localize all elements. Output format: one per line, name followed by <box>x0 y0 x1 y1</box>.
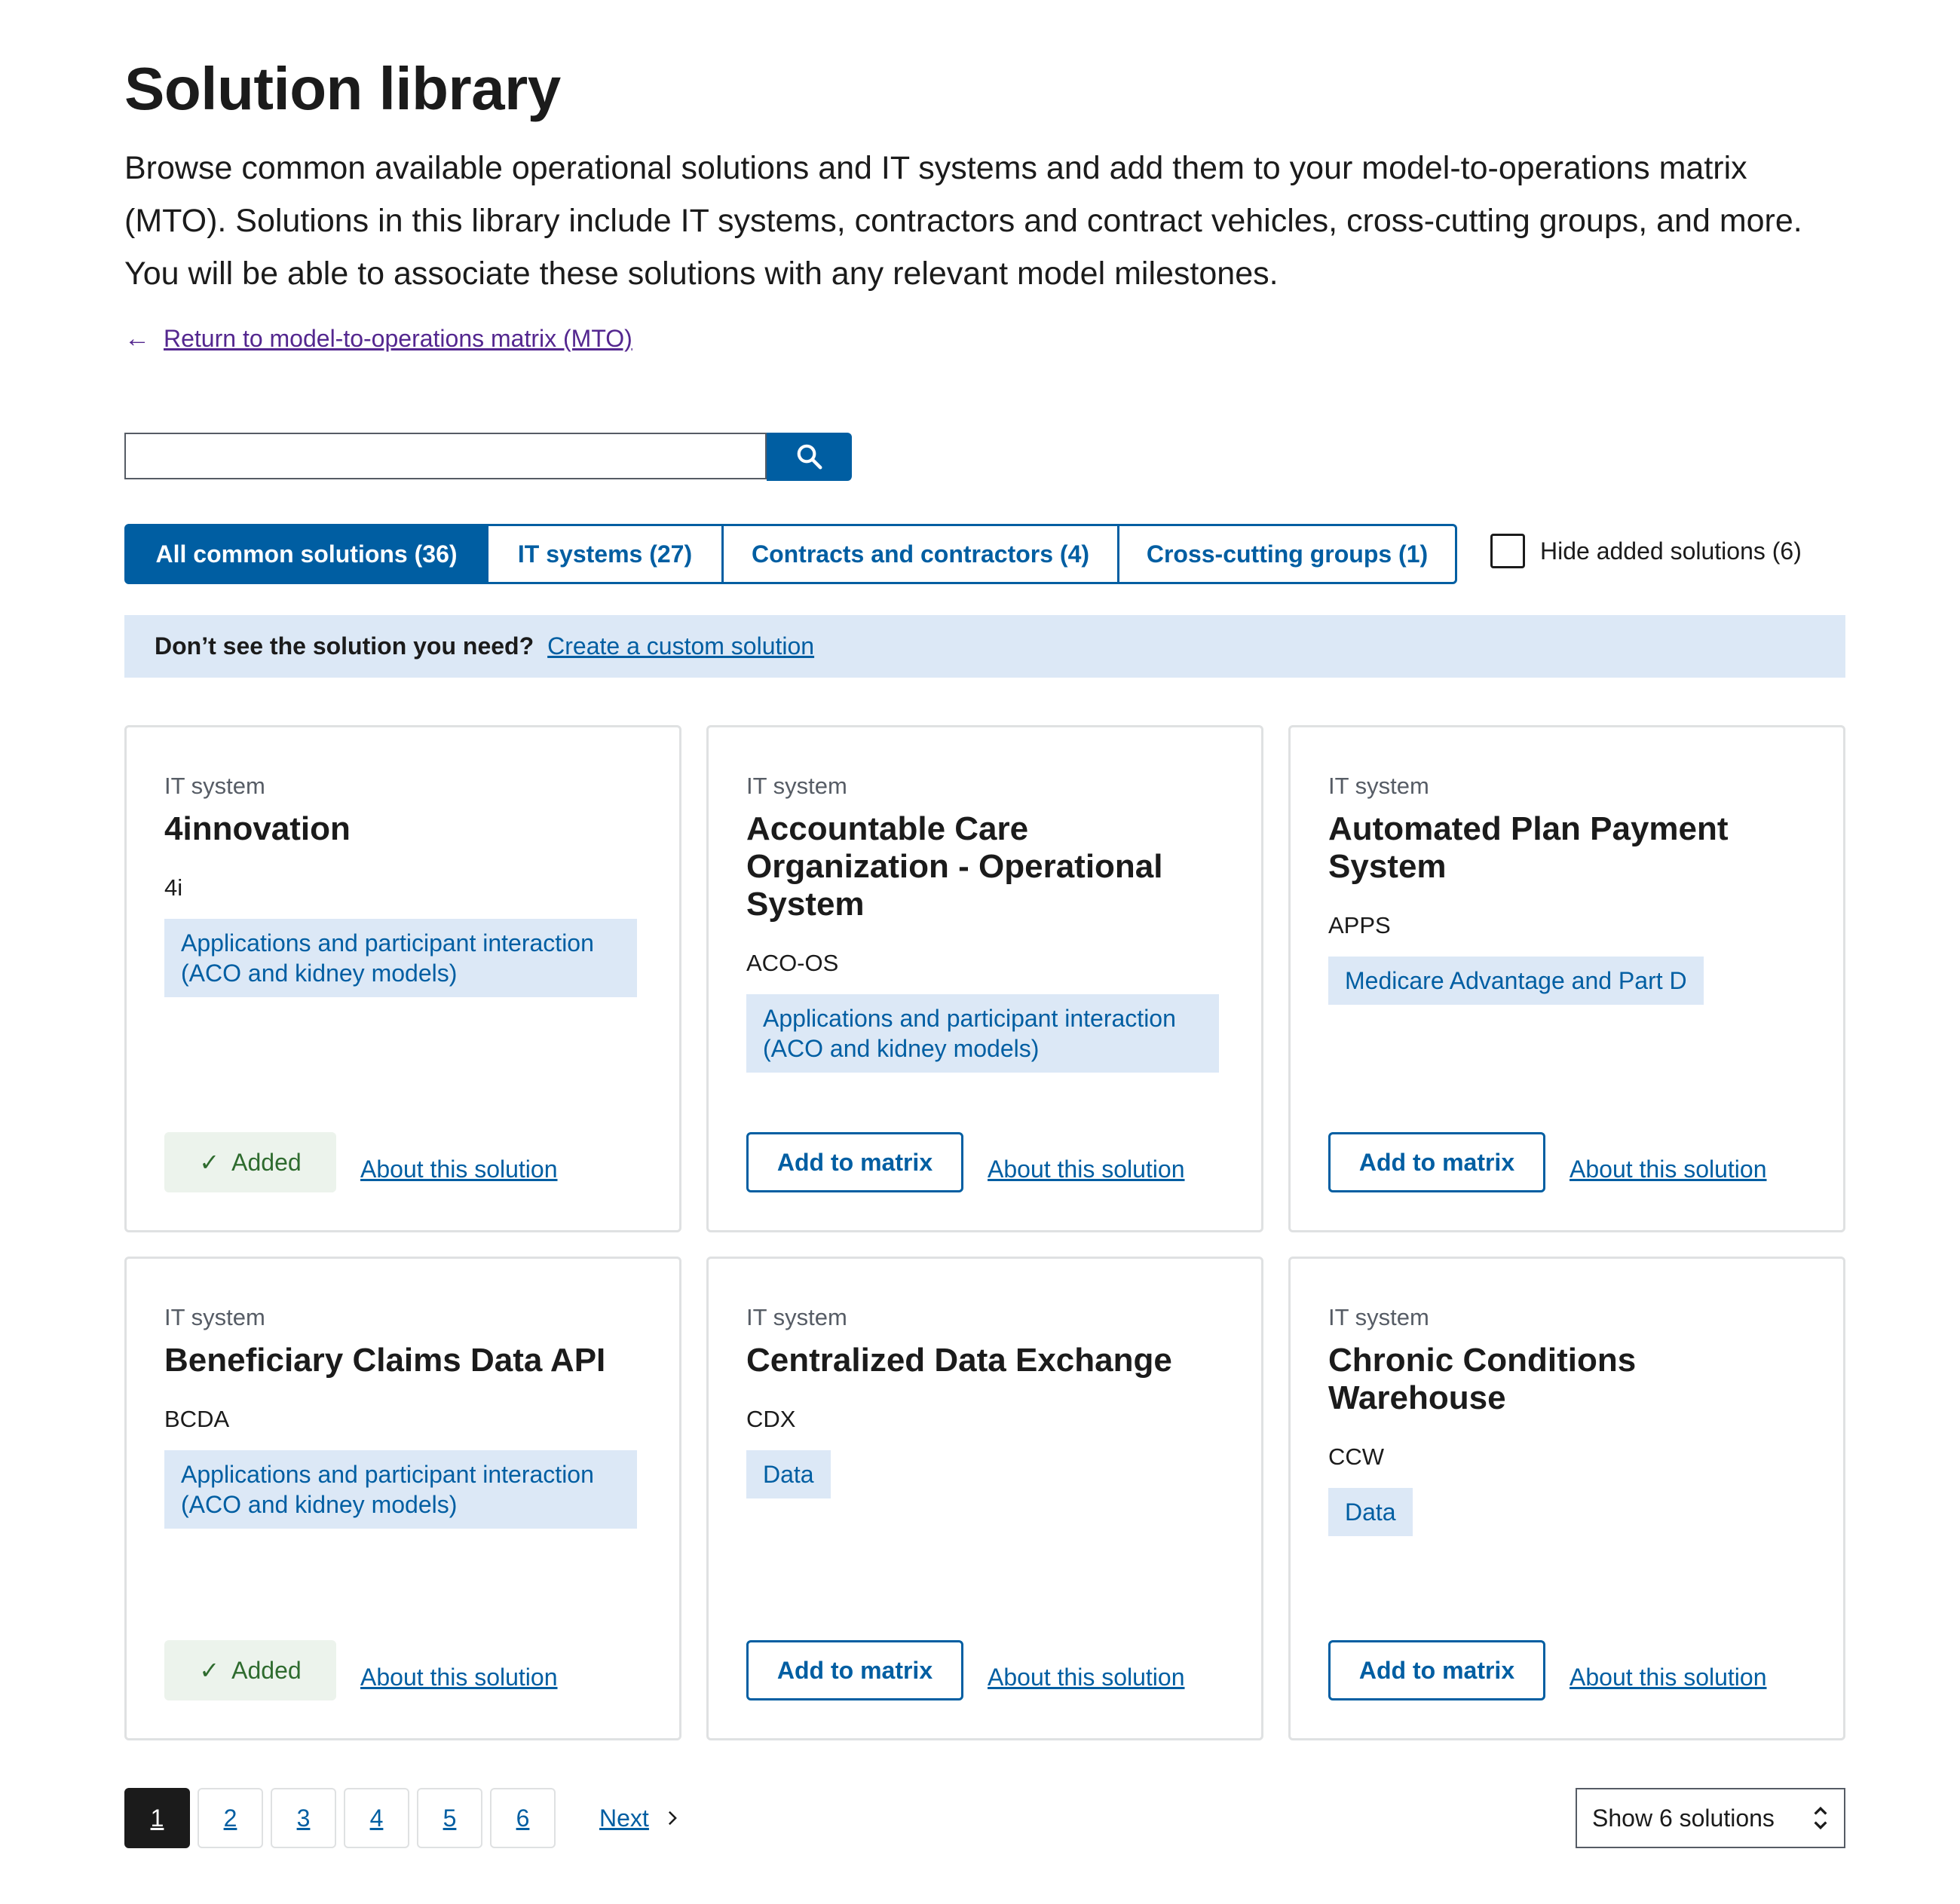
about-solution-link[interactable]: About this solution <box>1570 1664 1767 1691</box>
added-status: ✓ Added <box>164 1132 336 1192</box>
search-form <box>124 433 852 481</box>
added-label: Added <box>231 1148 302 1176</box>
card-acronym: ACO-OS <box>746 950 839 976</box>
add-to-matrix-button[interactable]: Add to matrix <box>746 1640 963 1700</box>
card-kind: IT system <box>1328 773 1429 799</box>
solution-card: IT system Accountable Care Organization … <box>706 725 1263 1232</box>
about-solution-link[interactable]: About this solution <box>1570 1156 1767 1183</box>
solution-card: IT system 4innovation 4i Applications an… <box>124 725 681 1232</box>
card-tag: Applications and participant interaction… <box>164 919 637 997</box>
check-icon: ✓ <box>199 1657 220 1684</box>
card-acronym: CCW <box>1328 1443 1385 1470</box>
hide-added-checkbox[interactable] <box>1490 534 1525 568</box>
create-custom-solution-link[interactable]: Create a custom solution <box>547 632 814 660</box>
solution-card: IT system Automated Plan Payment System … <box>1288 725 1845 1232</box>
card-name: Centralized Data Exchange <box>746 1342 1172 1379</box>
added-status: ✓ Added <box>164 1640 336 1700</box>
card-tag: Medicare Advantage and Part D <box>1328 957 1704 1005</box>
add-to-matrix-button[interactable]: Add to matrix <box>746 1132 963 1192</box>
solution-card: IT system Chronic Conditions Warehouse C… <box>1288 1257 1845 1740</box>
card-tag: Applications and participant interaction… <box>164 1450 637 1529</box>
card-name: 4innovation <box>164 810 351 847</box>
page-4-button[interactable]: 4 <box>344 1788 409 1848</box>
card-name: Beneficiary Claims Data API <box>164 1342 606 1379</box>
card-kind: IT system <box>1328 1304 1429 1330</box>
page-6-button[interactable]: 6 <box>490 1788 556 1848</box>
add-to-matrix-button[interactable]: Add to matrix <box>1328 1132 1545 1192</box>
about-solution-link[interactable]: About this solution <box>360 1156 558 1183</box>
page-5-button[interactable]: 5 <box>417 1788 482 1848</box>
card-name: Accountable Care Organization - Operatio… <box>746 810 1163 923</box>
solution-category-tabs: All common solutions (36) IT systems (27… <box>124 524 1457 584</box>
tab-it-systems[interactable]: IT systems (27) <box>486 524 724 584</box>
back-to-mto-link[interactable]: Return to model-to-operations matrix (MT… <box>164 325 632 353</box>
card-tag: Data <box>1328 1488 1413 1536</box>
card-tag: Data <box>746 1450 831 1498</box>
card-acronym: 4i <box>164 874 183 901</box>
page-title: Solution library <box>124 55 561 122</box>
page-1-button[interactable]: 1 <box>124 1788 190 1848</box>
card-acronym: CDX <box>746 1406 796 1432</box>
card-acronym: BCDA <box>164 1406 230 1432</box>
tab-contracts-and-contractors[interactable]: Contracts and contractors (4) <box>721 524 1119 584</box>
check-icon: ✓ <box>199 1149 220 1176</box>
page-2-button[interactable]: 2 <box>198 1788 263 1848</box>
hide-added-label: Hide added solutions (6) <box>1540 537 1802 565</box>
hide-added-toggle: Hide added solutions (6) <box>1490 534 1802 568</box>
card-name: Automated Plan Payment System <box>1328 810 1729 885</box>
arrow-left-icon: ← <box>124 324 150 353</box>
back-link-row: ← Return to model-to-operations matrix (… <box>124 324 632 354</box>
added-label: Added <box>231 1656 302 1684</box>
about-solution-link[interactable]: About this solution <box>360 1664 558 1691</box>
card-kind: IT system <box>746 1304 847 1330</box>
unfold-icon <box>1814 1806 1827 1830</box>
card-tag: Applications and participant interaction… <box>746 994 1219 1073</box>
search-icon <box>797 444 822 470</box>
solution-card: IT system Beneficiary Claims Data API BC… <box>124 1257 681 1740</box>
search-button[interactable] <box>767 433 852 481</box>
card-name: Chronic Conditions Warehouse <box>1328 1342 1637 1416</box>
search-input[interactable] <box>124 433 767 479</box>
card-kind: IT system <box>746 773 847 799</box>
banner-question: Don’t see the solution you need? <box>155 632 534 660</box>
card-kind: IT system <box>164 1304 265 1330</box>
about-solution-link[interactable]: About this solution <box>988 1664 1185 1691</box>
about-solution-link[interactable]: About this solution <box>988 1156 1185 1183</box>
pagination: 1 2 3 4 5 6 Next <box>124 1788 679 1848</box>
card-kind: IT system <box>164 773 265 799</box>
page-intro: Browse common available operational solu… <box>124 150 1802 292</box>
next-label: Next <box>599 1804 649 1832</box>
page-size-value: Show 6 solutions <box>1592 1804 1775 1832</box>
page-size-select[interactable]: Show 6 solutions <box>1576 1788 1845 1848</box>
add-to-matrix-button[interactable]: Add to matrix <box>1328 1640 1545 1700</box>
card-acronym: APPS <box>1328 912 1391 938</box>
solution-card: IT system Centralized Data Exchange CDX … <box>706 1257 1263 1740</box>
custom-solution-banner: Don’t see the solution you need? Create … <box>124 615 1845 678</box>
chevron-right-icon <box>668 1811 677 1826</box>
page-3-button[interactable]: 3 <box>271 1788 336 1848</box>
tab-cross-cutting-groups[interactable]: Cross-cutting groups (1) <box>1117 524 1457 584</box>
tab-all-common-solutions[interactable]: All common solutions (36) <box>124 524 488 584</box>
next-page-link[interactable]: Next <box>599 1805 679 1832</box>
